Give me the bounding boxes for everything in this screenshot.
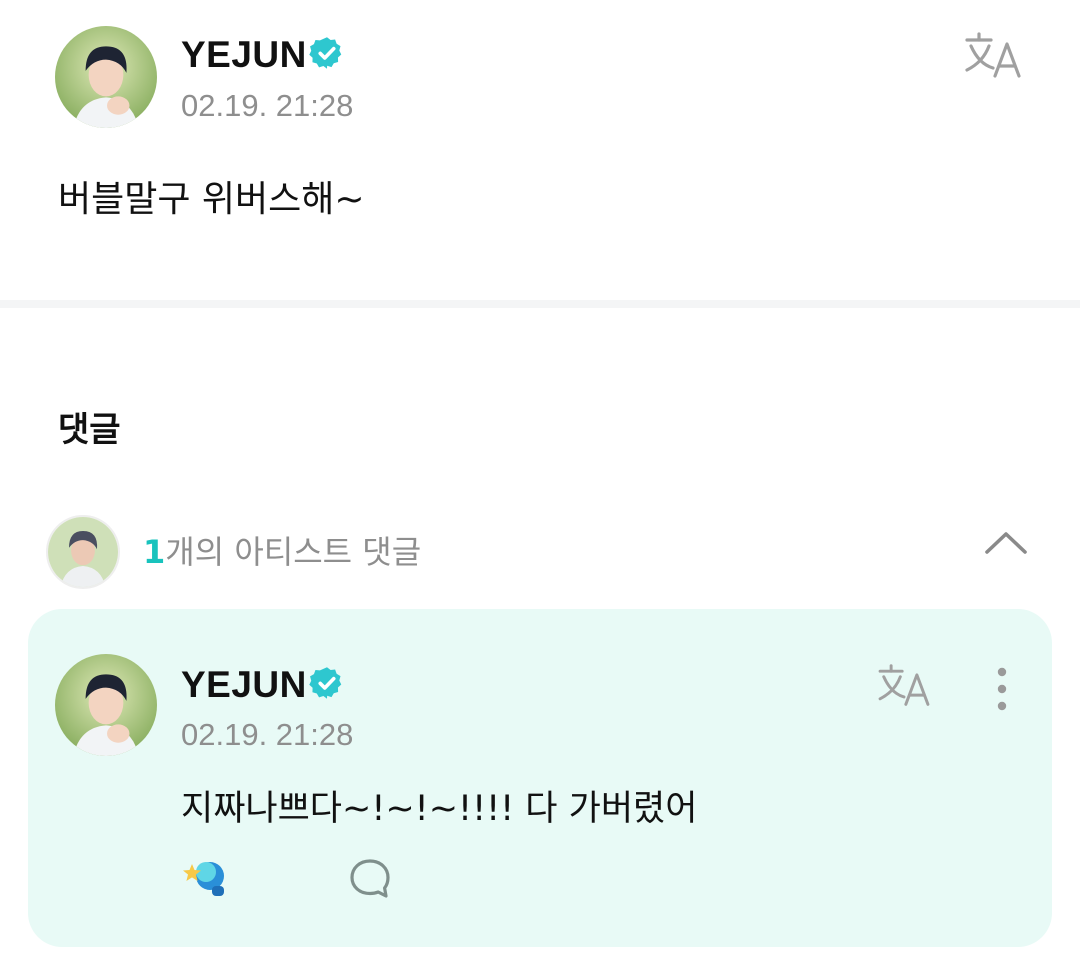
more-vertical-icon[interactable] (992, 664, 1012, 714)
translate-icon[interactable] (963, 30, 1023, 80)
section-divider (0, 300, 1080, 308)
comment-author-name[interactable]: YEJUN (181, 664, 307, 706)
translate-icon[interactable] (876, 662, 932, 708)
artist-comment-count: 1 (143, 533, 166, 571)
post-timestamp: 02.19. 21:28 (181, 88, 354, 123)
verified-badge-icon (309, 35, 345, 71)
reply-bubble-icon[interactable] (349, 857, 391, 899)
comments-title: 댓글 (58, 410, 121, 450)
comment-author-avatar[interactable] (55, 654, 157, 756)
cheer-lightstick-icon[interactable] (182, 856, 230, 900)
author-name[interactable]: YEJUN (181, 34, 307, 76)
artist-comment-label: 개의 아티스트 댓글 (165, 533, 422, 571)
artist-comment-avatar[interactable] (46, 515, 120, 589)
verified-badge-icon (309, 665, 345, 701)
chevron-up-icon[interactable] (984, 528, 1028, 556)
author-avatar[interactable] (55, 26, 157, 128)
comment-timestamp: 02.19. 21:28 (181, 717, 354, 752)
comment-body: 지짜나쁘다~!~!~!!!! 다 가버렸어 (181, 789, 698, 829)
post-body: 버블말구 위버스해~ (58, 179, 365, 220)
artist-comment-count-toggle[interactable]: 1개의 아티스트 댓글 (143, 527, 421, 573)
